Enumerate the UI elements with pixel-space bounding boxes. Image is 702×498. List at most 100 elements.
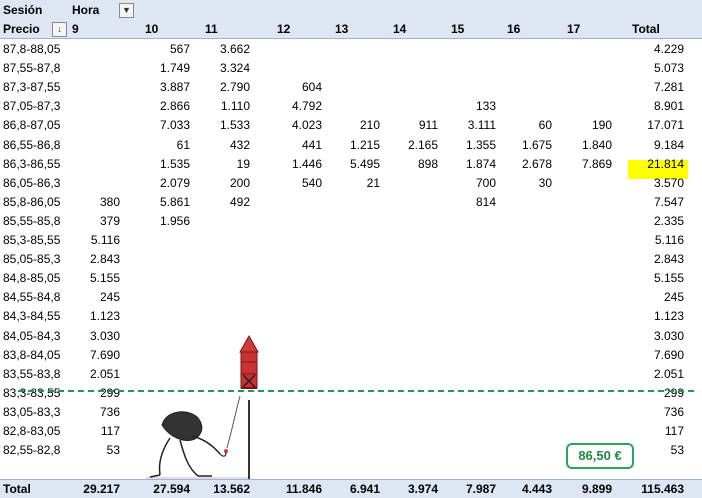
table-cell: 1.123 xyxy=(89,309,120,323)
column-header: 15 xyxy=(451,22,465,36)
table-cell: 2.079 xyxy=(159,176,190,190)
row-total: 9.184 xyxy=(653,138,684,152)
table-cell: 1.874 xyxy=(465,157,496,171)
row-label: 86,3-86,55 xyxy=(3,157,61,171)
table-cell: 3.111 xyxy=(467,118,496,132)
table-cell: 1.535 xyxy=(159,157,190,171)
row-total: 7.690 xyxy=(653,348,684,362)
row-total: 3.570 xyxy=(653,176,684,190)
row-total: 7.547 xyxy=(653,195,684,209)
table-cell: 299 xyxy=(99,386,120,400)
table-cell: 117 xyxy=(100,424,120,438)
table-cell: 1.215 xyxy=(349,138,380,152)
table-cell: 441 xyxy=(301,138,322,152)
table-cell: 736 xyxy=(99,405,120,419)
column-header: 12 xyxy=(277,22,291,36)
grand-total-cell: 29.217 xyxy=(83,482,120,496)
table-cell: 1.956 xyxy=(159,214,190,228)
grand-total-cell: 6.941 xyxy=(349,482,380,496)
row-sort-filter-button[interactable]: ↓ xyxy=(52,22,67,37)
row-total: 1.123 xyxy=(653,309,684,323)
table-cell: 5.495 xyxy=(349,157,380,171)
table-cell: 5.861 xyxy=(159,195,190,209)
table-cell: 1.840 xyxy=(581,138,612,152)
table-cell: 21 xyxy=(366,176,380,190)
grand-total-cell: 11.846 xyxy=(285,482,322,496)
support-line xyxy=(18,390,694,392)
table-cell: 1.110 xyxy=(220,99,250,113)
row-total: 5.155 xyxy=(653,271,684,285)
table-cell: 2.790 xyxy=(219,80,250,94)
rocket-illustration xyxy=(146,334,259,480)
row-total: 17.071 xyxy=(647,118,684,132)
table-cell: 432 xyxy=(229,138,250,152)
row-label: 87,3-87,55 xyxy=(3,80,61,94)
row-total: 7.281 xyxy=(653,80,684,94)
row-total: 5.073 xyxy=(653,61,684,75)
table-cell: 60 xyxy=(538,118,552,132)
table-cell: 7.033 xyxy=(159,118,190,132)
table-cell: 492 xyxy=(229,195,250,209)
table-cell: 700 xyxy=(475,176,496,190)
chevron-down-icon: ▼ xyxy=(122,5,131,15)
table-cell: 210 xyxy=(359,118,380,132)
table-cell: 3.887 xyxy=(159,80,190,94)
column-header: 11 xyxy=(205,22,218,36)
table-cell: 245 xyxy=(99,290,120,304)
table-cell: 5.155 xyxy=(89,271,120,285)
row-total: 21.814 xyxy=(647,157,684,171)
row-total: 245 xyxy=(663,290,684,304)
table-cell: 2.051 xyxy=(89,367,120,381)
row-total: 3.030 xyxy=(653,329,684,343)
table-cell: 380 xyxy=(99,195,120,209)
table-cell: 3.324 xyxy=(219,61,250,75)
row-field-label: Precio xyxy=(3,22,40,36)
row-total: 2.335 xyxy=(653,214,684,228)
table-cell: 4.023 xyxy=(291,118,322,132)
row-total: 5.116 xyxy=(654,233,684,247)
sort-filter-icon: ↓ xyxy=(57,24,62,34)
row-label: 87,55-87,8 xyxy=(3,61,61,75)
grand-total-cell: 7.987 xyxy=(465,482,496,496)
table-cell: 1.533 xyxy=(219,118,250,132)
row-total: 117 xyxy=(664,424,684,438)
table-cell: 2.843 xyxy=(89,252,120,266)
row-label: 86,8-87,05 xyxy=(3,118,61,132)
table-cell: 1.446 xyxy=(291,157,322,171)
table-cell: 911 xyxy=(418,118,438,132)
table-cell: 814 xyxy=(475,195,496,209)
table-cell: 4.792 xyxy=(291,99,322,113)
column-filter-button[interactable]: ▼ xyxy=(119,3,134,18)
row-label: 86,55-86,8 xyxy=(3,138,61,152)
table-cell: 19 xyxy=(236,157,250,171)
table-cell: 53 xyxy=(106,443,120,457)
row-label: 86,05-86,3 xyxy=(3,176,61,190)
grand-total-cell: 13.562 xyxy=(213,482,250,496)
table-cell: 7.869 xyxy=(581,157,612,171)
table-cell: 3.662 xyxy=(219,42,250,56)
table-cell: 5.116 xyxy=(90,233,120,247)
kid-illustration xyxy=(146,411,248,479)
column-header: 10 xyxy=(145,22,159,36)
row-total: 2.843 xyxy=(653,252,684,266)
column-field-label: Hora xyxy=(72,3,100,17)
table-cell: 2.866 xyxy=(159,99,190,113)
table-cell: 604 xyxy=(301,80,322,94)
column-header: 9 xyxy=(72,22,79,36)
rocket-icon xyxy=(224,334,259,480)
table-cell: 133 xyxy=(475,99,496,113)
column-header: 13 xyxy=(335,22,349,36)
column-header: 16 xyxy=(507,22,521,36)
column-header: 14 xyxy=(393,22,407,36)
table-cell: 1.749 xyxy=(159,61,190,75)
table-cell: 540 xyxy=(301,176,322,190)
price-badge: 86,50 € xyxy=(566,443,634,469)
grand-total-value: 115.463 xyxy=(641,482,684,496)
table-cell: 190 xyxy=(591,118,612,132)
table-cell: 1.675 xyxy=(521,138,552,152)
column-header: 17 xyxy=(567,22,581,36)
table-cell: 898 xyxy=(417,157,438,171)
table-cell: 61 xyxy=(176,138,190,152)
table-cell: 379 xyxy=(99,214,120,228)
row-total: 736 xyxy=(663,405,684,419)
